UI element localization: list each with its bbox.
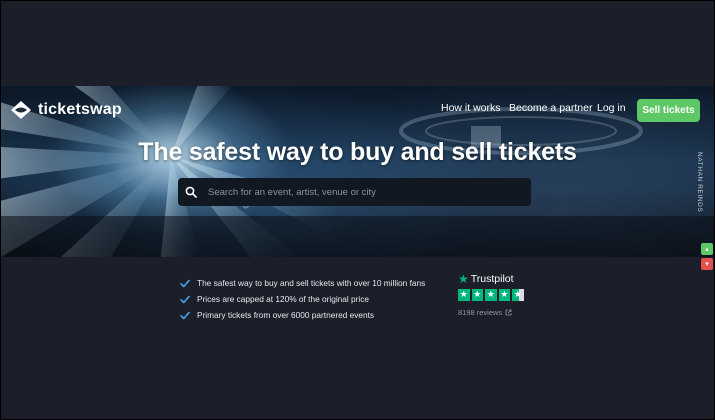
brand-logo[interactable]: ticketswap — [10, 100, 122, 120]
star-icon: ★ — [471, 289, 483, 301]
trustpilot-star-icon: ★ — [458, 272, 469, 286]
check-icon — [180, 279, 190, 287]
feature-text: The safest way to buy and sell tickets w… — [197, 278, 426, 288]
feedback-negative-button[interactable]: ▾ — [701, 258, 713, 270]
thumbs-down-icon: ▾ — [705, 261, 709, 268]
photo-credit: NATHAN REINDS — [696, 152, 703, 213]
feature-text: Prices are capped at 120% of the origina… — [197, 294, 370, 304]
ticketswap-logo-icon — [11, 101, 31, 119]
star-icon: ★ — [458, 289, 470, 301]
top-navigation: ticketswap How it works Become a partner… — [1, 86, 714, 136]
search-input[interactable] — [206, 185, 520, 199]
trustpilot-reviews-link[interactable]: 8198 reviews — [458, 308, 524, 317]
feature-item: Prices are capped at 120% of the origina… — [180, 291, 425, 307]
nav-become-partner[interactable]: Become a partner — [509, 102, 592, 114]
trustpilot-rating: ★ ★ ★ ★ ★ — [458, 289, 524, 301]
reviews-count: 8198 reviews — [458, 307, 503, 317]
nav-how-it-works[interactable]: How it works — [441, 102, 501, 114]
brand-name: ticketswap — [38, 101, 122, 118]
star-icon: ★ — [485, 289, 497, 301]
feature-text: Primary tickets from over 6000 partnered… — [197, 310, 375, 320]
half-star-icon: ★ — [512, 289, 524, 301]
nav-log-in[interactable]: Log in — [597, 102, 626, 114]
feature-item: Primary tickets from over 6000 partnered… — [180, 307, 425, 323]
search-icon — [185, 186, 197, 198]
trustpilot-name: Trustpilot — [470, 273, 514, 285]
check-icon — [180, 295, 190, 303]
trustpilot-widget[interactable]: ★ Trustpilot ★ ★ ★ ★ ★ 8198 reviews — [458, 273, 524, 317]
check-icon — [180, 311, 190, 319]
feature-list: The safest way to buy and sell tickets w… — [180, 275, 425, 323]
feature-item: The safest way to buy and sell tickets w… — [180, 275, 425, 291]
trustpilot-header: ★ Trustpilot — [458, 273, 524, 285]
search-bar[interactable] — [178, 178, 531, 206]
external-link-icon — [505, 309, 512, 315]
feedback-positive-button[interactable]: ▴ — [701, 243, 713, 255]
hero-section: ticketswap How it works Become a partner… — [1, 86, 714, 257]
sell-tickets-button[interactable]: Sell tickets — [637, 99, 700, 122]
hero-headline: The safest way to buy and sell tickets — [138, 138, 577, 166]
star-icon: ★ — [498, 289, 510, 301]
thumbs-up-icon: ▴ — [705, 246, 709, 253]
